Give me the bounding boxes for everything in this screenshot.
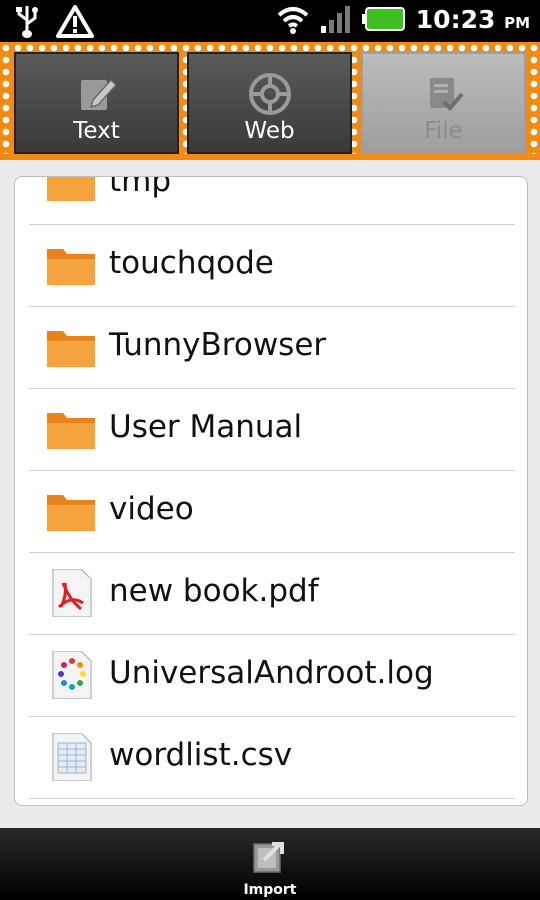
list-item[interactable]: tmp <box>29 177 515 225</box>
usb-icon <box>16 6 38 38</box>
folder-icon <box>47 177 95 201</box>
list-item[interactable]: User Manual <box>29 389 515 471</box>
wifi-icon <box>277 7 309 34</box>
tab-web-label: Web <box>244 118 295 144</box>
clock: 10:23 PM <box>415 4 530 34</box>
battery-icon <box>361 7 405 31</box>
file-name: wordlist.csv <box>109 737 293 773</box>
pdf-file-icon <box>52 569 92 617</box>
folder-icon <box>47 331 95 367</box>
file-name: TunnyBrowser <box>109 327 327 363</box>
import-label: Import <box>243 882 297 898</box>
globe-icon <box>248 73 291 115</box>
tab-file[interactable]: File <box>361 52 526 154</box>
list-item[interactable]: touchqode <box>29 225 515 307</box>
file-name: tmp <box>109 176 172 199</box>
edit-icon <box>80 78 117 110</box>
folder-icon <box>47 413 95 449</box>
tab-file-label: File <box>424 118 463 144</box>
file-name: new book.pdf <box>109 573 319 609</box>
file-check-icon <box>429 78 464 111</box>
list-item[interactable]: wordlist.csv <box>29 717 515 799</box>
warning-icon <box>56 5 94 38</box>
bottom-bar: Import <box>0 828 540 900</box>
folder-icon <box>47 249 95 285</box>
file-name: touchqode <box>109 245 274 281</box>
tab-web[interactable]: Web <box>187 52 352 154</box>
tab-text[interactable]: Text <box>14 52 179 154</box>
import-icon <box>253 842 284 873</box>
list-item[interactable]: UniversalAndroot.log <box>29 635 515 717</box>
list-item[interactable]: TunnyBrowser <box>29 307 515 389</box>
signal-icon <box>320 6 350 33</box>
status-bar: 10:23 PM <box>0 0 540 42</box>
file-list[interactable]: tmp touchqode TunnyBrowser User Manual v… <box>14 176 528 806</box>
csv-file-icon <box>52 733 92 781</box>
tab-strip: Text Web File <box>0 42 540 160</box>
file-name: User Manual <box>109 409 303 445</box>
import-button[interactable]: Import <box>225 834 315 898</box>
log-file-icon <box>52 651 92 699</box>
file-name: video <box>109 491 194 527</box>
tab-text-label: Text <box>73 118 120 144</box>
list-item[interactable]: new book.pdf <box>29 553 515 635</box>
folder-icon <box>47 495 95 531</box>
list-item[interactable]: video <box>29 471 515 553</box>
file-name: UniversalAndroot.log <box>109 655 434 691</box>
content-area: tmp touchqode TunnyBrowser User Manual v… <box>0 160 540 828</box>
